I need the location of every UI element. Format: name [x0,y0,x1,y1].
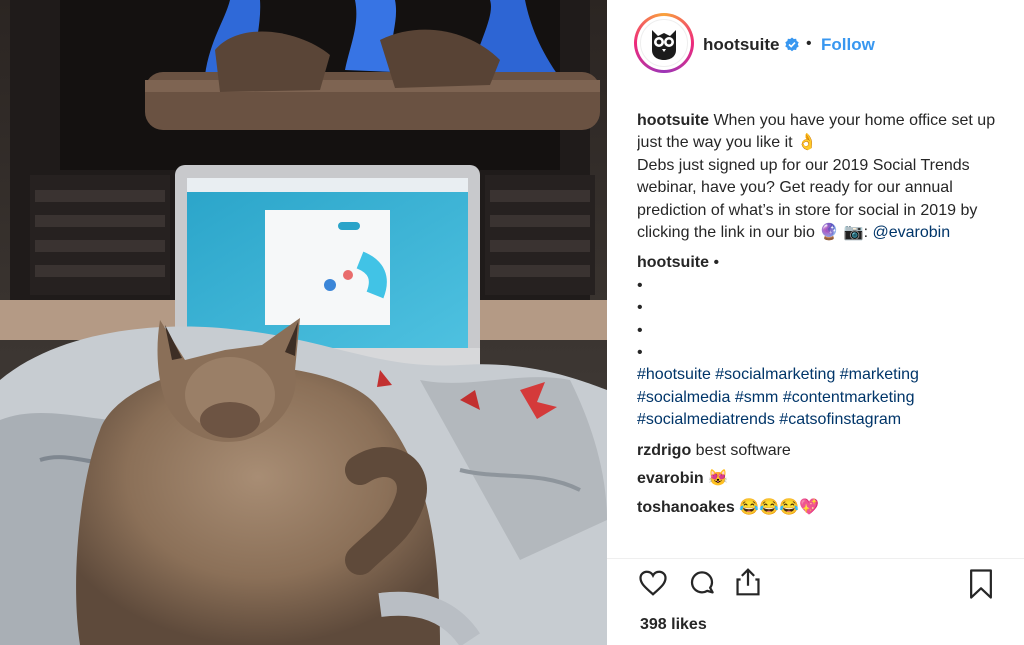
share-icon[interactable] [733,566,763,598]
likes-count[interactable]: 398 likes [640,616,707,634]
post-sidebar: hootsuite • Follow hootsuite When you ha… [607,0,1024,645]
action-bar [607,558,1024,610]
post-photo[interactable] [0,0,607,645]
comment-username[interactable]: hootsuite [637,254,709,271]
comments-list[interactable]: hootsuite When you have your home office… [637,110,1007,554]
hootsuite-owl-icon [640,19,688,67]
comment-hashtags[interactable]: #hootsuite #socialmarketing #marketing #… [637,366,919,428]
comment-username[interactable]: toshanoakes [637,499,735,516]
caption-mention[interactable]: @evarobin [873,224,951,241]
comment-text: 😂😂😂💖 [739,498,819,516]
caption: hootsuite When you have your home office… [637,110,1007,244]
comment-row: rzdrigo best software [637,440,1007,462]
caption-username[interactable]: hootsuite [637,112,709,129]
comment-bullet: • [637,276,643,294]
header-username[interactable]: hootsuite [703,35,780,55]
bookmark-icon[interactable] [967,568,995,600]
instagram-post: hootsuite • Follow hootsuite When you ha… [0,0,1024,645]
comment-hootsuite-hashtags: hootsuite • • • • • #hootsuite #socialma… [637,252,1007,431]
comment-text: best software [695,441,791,459]
comment-bullet: • [713,254,720,272]
cat-laptop-photo [0,0,607,645]
comment-username[interactable]: rzdrigo [637,442,691,459]
verified-icon [784,37,800,53]
heart-icon[interactable] [638,568,668,598]
post-header: hootsuite • Follow [607,0,1024,92]
comment-username[interactable]: evarobin [637,470,704,487]
comment-icon[interactable] [687,568,717,598]
story-ring[interactable] [634,13,694,73]
comment-text: 😻 [708,470,729,488]
comment-bullet: • [637,342,1007,364]
comment-bullet: • [637,299,643,317]
comment-row: evarobin 😻 [637,468,1007,490]
follow-button[interactable]: Follow [821,35,875,55]
avatar[interactable] [637,16,691,70]
comment-bullet: • [637,321,643,339]
comment-row: toshanoakes 😂😂😂💖 [637,497,1007,519]
header-separator: • [806,35,812,52]
